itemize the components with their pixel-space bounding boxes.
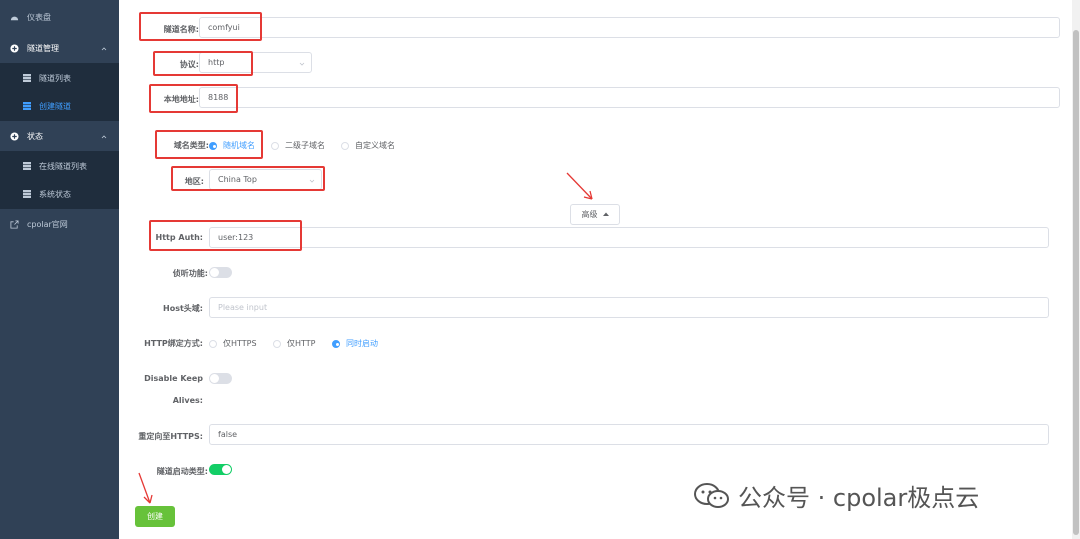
annotation-box-region (171, 166, 325, 191)
sidebar-item-online-tunnels[interactable]: 在线隧道列表 (0, 151, 119, 181)
sidebar-item-label: 隧道列表 (39, 73, 71, 83)
annotation-arrow-create (138, 472, 153, 504)
sidebar-item-tunnel-management[interactable]: 隧道管理 (0, 33, 119, 63)
radio-custom-domain[interactable]: 自定义域名 (341, 140, 395, 151)
dashboard-icon (10, 13, 19, 22)
radio-https-only[interactable]: 仅HTTPS (209, 338, 257, 349)
annotation-box-local-address (149, 84, 238, 113)
sidebar-item-label: 系统状态 (39, 189, 71, 199)
radio-label: 二级子域名 (285, 141, 325, 150)
plus-circle-icon (10, 131, 19, 141)
grid-icon (22, 190, 31, 199)
radio-label: 自定义域名 (355, 141, 395, 150)
annotation-arrow-advanced (566, 172, 593, 200)
radio-label: 同时启动 (346, 339, 378, 348)
tunnel-name-input[interactable]: comfyui (199, 17, 1060, 38)
sidebar-item-label: 仪表盘 (27, 12, 51, 22)
local-address-input[interactable]: 8188 (199, 87, 1060, 108)
redirect-https-label: 重定向至HTTPS: (138, 432, 203, 441)
grid-icon (22, 74, 31, 83)
annotation-box-domain-type (155, 130, 263, 159)
chevron-up-icon (101, 133, 107, 139)
radio-subdomain[interactable]: 二级子域名 (271, 140, 325, 151)
annotation-box-http-auth (149, 220, 302, 251)
radio-dot (273, 339, 281, 348)
radio-http-only[interactable]: 仅HTTP (273, 338, 315, 349)
wechat-icon (694, 482, 730, 510)
redirect-https-input[interactable]: false (209, 424, 1049, 445)
sidebar-item-label: 创建隧道 (39, 101, 71, 111)
radio-dot (341, 141, 349, 150)
sidebar-item-create-tunnel[interactable]: 创建隧道 (0, 91, 119, 121)
grid-icon (22, 162, 31, 171)
sidebar-item-label: 在线隧道列表 (39, 161, 87, 171)
watermark: 公众号 · cpolar极点云 (694, 478, 979, 513)
sidebar: 仪表盘 隧道管理 隧道列表 创建隧道 状态 在线隧道列表 系统状态 cpolar… (0, 0, 119, 539)
scrollbar-thumb[interactable] (1073, 30, 1079, 535)
tunnel-start-type-switch[interactable] (209, 464, 232, 475)
advanced-label: 高级 (581, 210, 598, 219)
radio-dot (271, 141, 279, 150)
external-link-icon (10, 219, 19, 229)
disable-keep-alives-switch[interactable] (209, 373, 232, 384)
sidebar-item-status[interactable]: 状态 (0, 121, 119, 151)
sidebar-item-tunnel-list[interactable]: 隧道列表 (0, 63, 119, 93)
sidebar-item-label: 隧道管理 (27, 43, 59, 53)
http-bind-label: HTTP绑定方式: (144, 339, 203, 348)
sidebar-item-label: 状态 (27, 131, 43, 141)
plus-circle-icon (10, 43, 19, 53)
listen-label: 侦听功能: (172, 269, 208, 278)
chevron-down-icon (299, 60, 305, 66)
sidebar-item-label: cpolar官网 (27, 219, 68, 229)
disable-keep-alives-label-line2: Alives: (172, 396, 203, 405)
watermark-text: 公众号 · cpolar极点云 (738, 484, 980, 512)
annotation-box-protocol (153, 51, 253, 76)
scrollbar[interactable] (1072, 0, 1080, 539)
sidebar-item-system-status[interactable]: 系统状态 (0, 179, 119, 209)
main-content: 隧道名称: comfyui 协议: http 本地地址: 8188 域名类型: … (119, 0, 1080, 539)
caret-up-icon (602, 210, 609, 219)
sidebar-item-dashboard[interactable]: 仪表盘 (0, 2, 119, 32)
annotation-box-tunnel-name (139, 12, 262, 41)
disable-keep-alives-label: Disable Keep (144, 374, 203, 383)
radio-dot (209, 339, 217, 348)
create-button[interactable]: 创建 (135, 506, 175, 527)
radio-dot (332, 339, 340, 348)
http-auth-input[interactable]: user:123 (209, 227, 1049, 248)
listen-switch[interactable] (209, 267, 232, 278)
host-header-input[interactable]: Please input (209, 297, 1049, 318)
radio-label: 仅HTTPS (223, 339, 257, 348)
chevron-up-icon (101, 45, 107, 51)
host-header-label: Host头域: (163, 304, 203, 313)
tunnel-start-type-label: 隧道启动类型: (156, 467, 208, 476)
radio-both[interactable]: 同时启动 (332, 338, 378, 349)
grid-icon (22, 102, 31, 111)
sidebar-item-cpolar-website[interactable]: cpolar官网 (0, 209, 119, 239)
radio-label: 仅HTTP (287, 339, 316, 348)
